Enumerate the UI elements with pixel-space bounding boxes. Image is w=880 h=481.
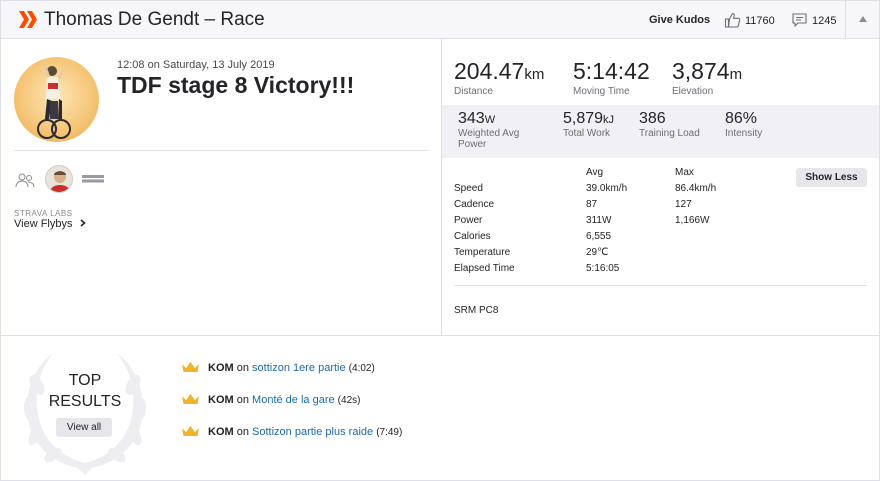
kom-badge: KOM [208, 394, 234, 406]
stat-value: 86% [725, 110, 758, 127]
segment-time: (7:49) [376, 427, 403, 438]
crown-icon [182, 362, 199, 372]
top-results-section: TOP RESULTS View all KOM on sottizon 1er… [1, 335, 879, 481]
page-title: Thomas De Gendt – Race [44, 9, 265, 30]
row-avg: 311W [586, 215, 612, 226]
comment-count[interactable]: 1245 [812, 15, 836, 27]
stat-label: Training Load [639, 128, 700, 139]
avg-header: Avg [586, 167, 604, 178]
view-all-button[interactable]: View all [56, 418, 112, 437]
stat-value: 3,874 [672, 58, 730, 84]
row-label: Temperature [454, 247, 511, 258]
stat-unit: kJ [603, 114, 615, 126]
cyclist-photo-icon [37, 62, 71, 139]
row-avg: 29℃ [586, 247, 609, 258]
device-name: SRM PC8 [454, 305, 499, 316]
stat-unit: m [729, 66, 743, 83]
stat-total-work: 5,879kJ Total Work [563, 110, 614, 139]
stat-value: 386 [639, 110, 666, 127]
chevron-right-icon[interactable] [80, 219, 86, 227]
row-avg: 87 [586, 199, 598, 210]
stat-weighted-avg-power: 343W Weighted Avg Power [458, 110, 519, 150]
row-label: Calories [454, 231, 491, 242]
stat-unit: km [524, 66, 545, 83]
list-item: KOM on sottizon 1ere partie (4:02) [181, 361, 375, 374]
stat-label: Weighted Avg [458, 128, 520, 139]
top-results-title: TOP RESULTS [15, 370, 155, 412]
segment-link[interactable]: Sottizon partie plus raide [252, 426, 373, 438]
secondary-stats: 343W Weighted Avg Power 5,879kJ Total Wo… [442, 105, 879, 158]
stat-label: Intensity [725, 128, 763, 139]
segment-link[interactable]: sottizon 1ere partie [252, 362, 346, 374]
activity-title: TDF stage 8 Victory!!! [117, 72, 355, 98]
on-label: on [236, 362, 249, 374]
list-item: KOM on Monté de la gare (42s) [181, 393, 360, 406]
divider [14, 150, 429, 151]
group-icon[interactable] [15, 173, 35, 188]
row-avg: 39.0km/h [586, 183, 628, 194]
caret-up-icon[interactable] [859, 16, 867, 22]
activity-stats-panel: 204.47km Distance 5:14:42 Moving Time 3,… [442, 39, 879, 335]
athlete-portrait-icon [49, 171, 71, 192]
kom-badge: KOM [208, 362, 234, 374]
stat-moving-time: 5:14:42 Moving Time [573, 58, 650, 97]
strava-chevrons-icon [19, 11, 37, 28]
row-max: 86.4km/h [675, 183, 717, 194]
comment-icon[interactable] [792, 13, 807, 27]
kom-badge: KOM [208, 426, 234, 438]
row-label: Elapsed Time [454, 263, 515, 274]
stat-distance: 204.47km Distance [454, 58, 544, 97]
strava-labs-label: STRAVA LABS [14, 209, 73, 218]
segment-time: (42s) [337, 395, 361, 406]
athlete-avatar[interactable] [45, 165, 73, 193]
segment-link[interactable]: Monté de la gare [252, 394, 335, 406]
activity-date: 12:08 on Saturday, 13 July 2019 [117, 59, 275, 71]
row-avg: 6,555 [586, 231, 612, 242]
row-max: 1,166W [675, 215, 710, 226]
divider [454, 285, 867, 286]
show-less-button[interactable]: Show Less [796, 168, 867, 187]
stat-label-line2: Power [458, 139, 487, 150]
stat-value: 5,879 [563, 110, 604, 127]
give-kudos-button[interactable]: Give Kudos [649, 14, 710, 26]
row-label: Cadence [454, 199, 495, 210]
activity-photo[interactable] [14, 57, 99, 142]
sponsor-logo-icon [81, 174, 105, 184]
activity-header: Thomas De Gendt – Race Give Kudos 11760 … [1, 1, 879, 39]
stat-training-load[interactable]: 386 Training Load [639, 110, 700, 139]
stat-elevation: 3,874m Elevation [672, 58, 742, 97]
collapse-button[interactable] [845, 1, 879, 39]
row-label: Speed [454, 183, 483, 194]
max-header: Max [675, 167, 694, 178]
stat-label: Total Work [563, 128, 611, 139]
stat-label: Distance [454, 86, 493, 97]
top-results-title-line1: TOP [68, 372, 102, 389]
stat-label: Elevation [672, 86, 714, 97]
view-flybys-label[interactable]: View Flybys [14, 218, 72, 230]
stat-value: 204.47 [454, 58, 525, 84]
row-max: 127 [675, 199, 692, 210]
stat-value: 343 [458, 110, 485, 127]
kudos-count[interactable]: 11760 [745, 15, 775, 27]
row-label: Power [454, 215, 483, 226]
on-label: on [236, 426, 249, 438]
crown-icon [182, 426, 199, 436]
activity-summary-panel: 12:08 on Saturday, 13 July 2019 TDF stag… [1, 39, 442, 335]
thumbs-up-icon[interactable] [724, 12, 742, 28]
view-flybys-link[interactable]: View Flybys [14, 218, 86, 230]
stat-unit: W [484, 114, 496, 126]
stat-value: 5:14:42 [573, 58, 650, 84]
list-item: KOM on Sottizon partie plus raide (7:49) [181, 425, 402, 438]
top-results-title-line2: RESULTS [48, 393, 122, 410]
on-label: on [236, 394, 249, 406]
row-avg: 5:16:05 [586, 263, 620, 274]
segment-time: (4:02) [348, 363, 375, 374]
stat-label: Moving Time [573, 86, 630, 97]
activity-card: Thomas De Gendt – Race Give Kudos 11760 … [0, 0, 880, 481]
stat-intensity[interactable]: 86% Intensity [725, 110, 762, 139]
crown-icon [182, 394, 199, 404]
